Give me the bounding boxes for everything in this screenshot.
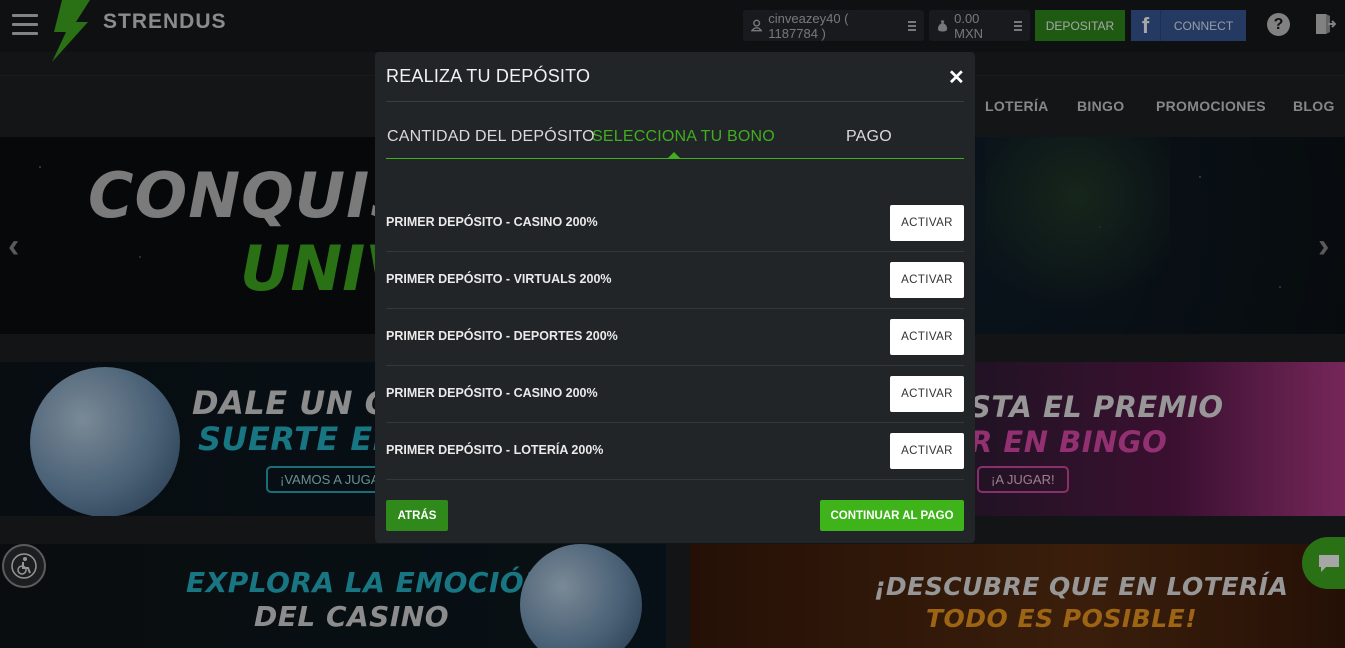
step-payment[interactable]: PAGO [846, 128, 892, 146]
back-button[interactable]: ATRÁS [386, 500, 448, 531]
steps-progress-line [386, 158, 964, 159]
step-deposit-amount[interactable]: CANTIDAD DEL DEPÓSITO [387, 128, 595, 146]
bonus-row: PRIMER DEPÓSITO - CASINO 200% ACTIVAR [386, 366, 964, 423]
continue-to-payment-button[interactable]: CONTINUAR AL PAGO [820, 500, 964, 531]
bonus-label: PRIMER DEPÓSITO - CASINO 200% [386, 386, 598, 400]
bonus-label: PRIMER DEPÓSITO - DEPORTES 200% [386, 329, 618, 343]
activate-bonus-button[interactable]: ACTIVAR [890, 319, 964, 355]
active-step-indicator [668, 152, 680, 158]
bonus-label: PRIMER DEPÓSITO - VIRTUALS 200% [386, 272, 612, 286]
activate-bonus-button[interactable]: ACTIVAR [890, 376, 964, 412]
activate-bonus-button[interactable]: ACTIVAR [890, 205, 964, 241]
bonus-row: PRIMER DEPÓSITO - LOTERÍA 200% ACTIVAR [386, 423, 964, 480]
modal-divider [386, 101, 964, 102]
close-icon[interactable]: ✕ [948, 65, 965, 90]
bonus-row: PRIMER DEPÓSITO - VIRTUALS 200% ACTIVAR [386, 252, 964, 309]
bonus-label: PRIMER DEPÓSITO - LOTERÍA 200% [386, 443, 604, 457]
activate-bonus-button[interactable]: ACTIVAR [890, 262, 964, 298]
bonus-row: PRIMER DEPÓSITO - DEPORTES 200% ACTIVAR [386, 309, 964, 366]
deposit-modal: REALIZA TU DEPÓSITO ✕ CANTIDAD DEL DEPÓS… [375, 52, 975, 543]
bonus-row: PRIMER DEPÓSITO - CASINO 200% ACTIVAR [386, 195, 964, 252]
step-select-bonus[interactable]: SELECCIONA TU BONO [592, 128, 775, 146]
bonus-label: PRIMER DEPÓSITO - CASINO 200% [386, 215, 598, 229]
activate-bonus-button[interactable]: ACTIVAR [890, 433, 964, 469]
modal-title: REALIZA TU DEPÓSITO [386, 66, 591, 86]
